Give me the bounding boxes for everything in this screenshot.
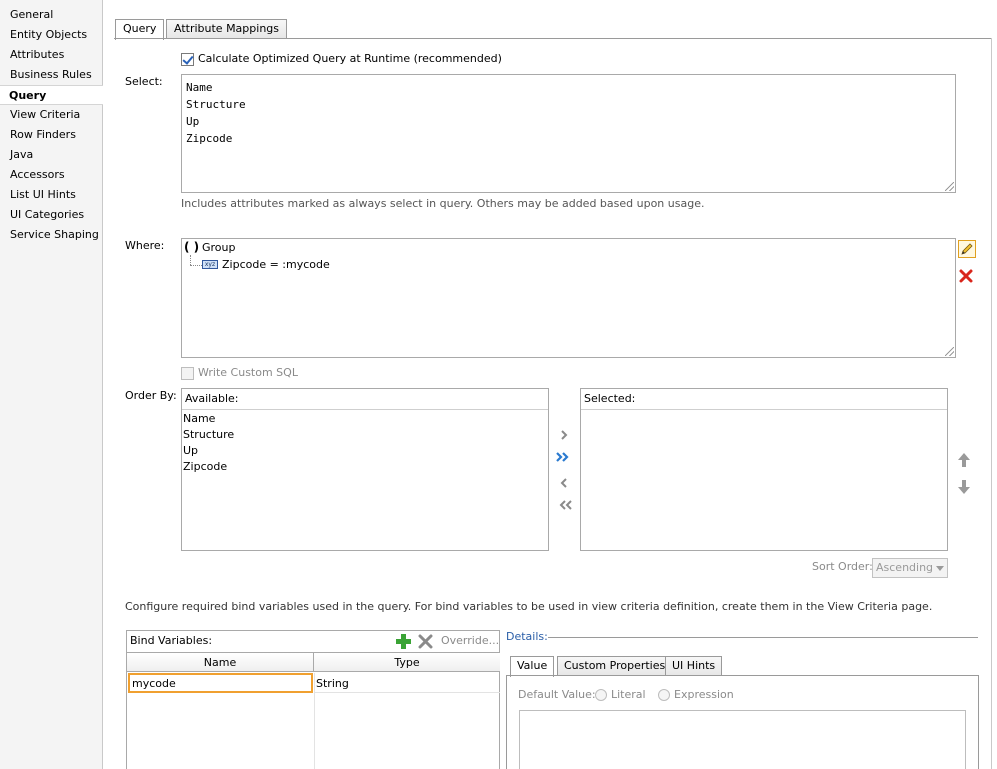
default-value-textarea[interactable] <box>519 710 966 769</box>
red-x-icon[interactable] <box>958 268 974 284</box>
list-item[interactable]: Zipcode <box>183 460 227 473</box>
list-item[interactable]: Name <box>183 412 215 425</box>
literal-label: Literal <box>611 688 646 701</box>
bind-variable-name-cell[interactable]: mycode <box>128 673 313 693</box>
sidebar-item-attributes[interactable]: Attributes <box>0 45 103 65</box>
criteria-item-icon: xyz <box>202 260 218 269</box>
sidebar-item-query[interactable]: Query <box>0 85 103 105</box>
expression-label: Expression <box>674 688 734 701</box>
move-right-icon[interactable] <box>556 427 572 443</box>
select-line-up: Up <box>186 115 200 128</box>
resize-grip-icon[interactable] <box>945 182 954 191</box>
selected-attributes-list[interactable]: Selected: <box>580 388 948 551</box>
details-tab-divider <box>506 675 978 676</box>
sidebar-item-view-criteria[interactable]: View Criteria <box>0 105 103 125</box>
sidebar-item-business-rules[interactable]: Business Rules <box>0 65 103 85</box>
details-right-border <box>978 675 979 769</box>
override-button[interactable]: Override... <box>441 634 499 647</box>
resize-grip-icon[interactable] <box>945 347 954 356</box>
order-by-label: Order By: <box>125 389 177 402</box>
default-value-label: Default Value: <box>518 688 596 701</box>
panel-right-border <box>991 38 992 769</box>
tab-query[interactable]: Query <box>115 19 165 40</box>
list-item[interactable]: Structure <box>183 428 234 441</box>
chevron-down-icon <box>936 566 944 571</box>
calculate-optimized-query-label: Calculate Optimized Query at Runtime (re… <box>198 52 502 65</box>
list-item[interactable]: Up <box>183 444 198 457</box>
move-up-icon[interactable] <box>956 452 972 468</box>
move-down-icon[interactable] <box>956 479 972 495</box>
column-divider <box>314 673 315 769</box>
sort-order-value: Ascending <box>876 561 934 574</box>
where-group-node[interactable]: Group <box>202 241 236 254</box>
column-header-type[interactable]: Type <box>314 652 500 672</box>
move-left-icon[interactable] <box>556 475 572 491</box>
selected-list-header: Selected: <box>581 389 947 410</box>
tab-strip-divider <box>114 38 992 39</box>
bind-variable-type-cell[interactable]: String <box>314 673 500 693</box>
tab-value[interactable]: Value <box>510 656 555 677</box>
move-all-right-icon[interactable] <box>555 449 573 465</box>
literal-radio[interactable] <box>595 689 607 701</box>
bind-variables-title: Bind Variables: <box>130 634 213 647</box>
tab-ui-hints[interactable]: UI Hints <box>665 656 723 676</box>
write-custom-sql-checkbox[interactable] <box>181 367 194 380</box>
sidebar-item-list-ui-hints[interactable]: List UI Hints <box>0 185 103 205</box>
details-title: Details: <box>506 630 548 643</box>
details-rule <box>548 637 978 638</box>
select-line-zipcode: Zipcode <box>186 132 233 145</box>
bind-variables-info: Configure required bind variables used i… <box>125 600 933 613</box>
calculate-optimized-query-checkbox[interactable] <box>181 53 194 66</box>
select-line-structure: Structure <box>186 98 246 111</box>
select-line-name: Name <box>186 81 213 94</box>
sort-order-select[interactable]: Ascending <box>872 558 948 578</box>
sidebar-nav: General Entity Objects Attributes Busine… <box>0 0 103 769</box>
move-all-left-icon[interactable] <box>555 497 573 513</box>
bind-variables-table: Bind Variables: Override... Name Type my… <box>126 630 500 769</box>
add-icon[interactable] <box>395 633 411 649</box>
write-custom-sql-label: Write Custom SQL <box>198 366 298 379</box>
available-attributes-list[interactable]: Available: Name Structure Up Zipcode <box>181 388 549 551</box>
tree-connector <box>190 265 202 266</box>
pencil-icon[interactable] <box>958 240 976 258</box>
delete-icon[interactable] <box>417 633 433 649</box>
tree-connector <box>190 255 191 265</box>
select-hint: Includes attributes marked as always sel… <box>181 197 705 210</box>
sidebar-item-ui-categories[interactable]: UI Categories <box>0 205 103 225</box>
details-left-border <box>506 675 507 769</box>
sidebar-item-java[interactable]: Java <box>0 145 103 165</box>
select-label: Select: <box>125 75 163 88</box>
sidebar-item-general[interactable]: General <box>0 5 103 25</box>
sidebar-item-service-shaping[interactable]: Service Shaping <box>0 225 103 245</box>
sort-order-label: Sort Order: <box>812 560 873 573</box>
expression-radio[interactable] <box>658 689 670 701</box>
where-clause-tree[interactable]: ( ) Group xyz Zipcode = :mycode <box>181 238 956 358</box>
available-list-header: Available: <box>182 389 548 410</box>
column-header-name[interactable]: Name <box>127 652 314 672</box>
sidebar-item-row-finders[interactable]: Row Finders <box>0 125 103 145</box>
where-label: Where: <box>125 239 165 252</box>
sidebar-item-accessors[interactable]: Accessors <box>0 165 103 185</box>
where-condition-node[interactable]: Zipcode = :mycode <box>222 258 330 271</box>
tab-attribute-mappings[interactable]: Attribute Mappings <box>166 19 288 39</box>
tab-custom-properties[interactable]: Custom Properties <box>557 656 673 676</box>
select-textarea[interactable]: Name Structure Up Zipcode <box>181 74 956 193</box>
sidebar-item-entity-objects[interactable]: Entity Objects <box>0 25 103 45</box>
group-icon: ( ) <box>184 240 200 254</box>
